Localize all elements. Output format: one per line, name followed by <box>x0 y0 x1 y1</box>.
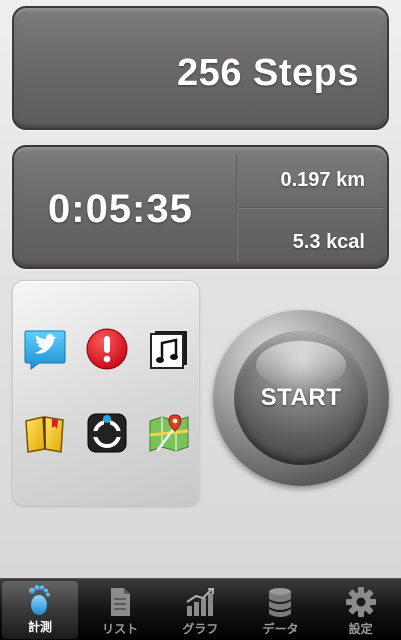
database-icon <box>264 586 296 618</box>
compass-icon[interactable] <box>85 411 129 455</box>
distance-value: 0.197 km <box>280 169 365 191</box>
gear-icon <box>345 586 377 618</box>
footprint-icon <box>24 584 56 616</box>
steps-panel: 256 Steps <box>12 6 389 130</box>
alert-icon[interactable] <box>85 327 129 371</box>
tab-list[interactable]: リスト <box>80 579 160 640</box>
tab-graph-label: グラフ <box>182 622 219 636</box>
document-icon <box>104 586 136 618</box>
stats-panel: 0:05:35 0.197 km 5.3 kcal <box>12 145 389 269</box>
tab-list-label: リスト <box>102 622 139 636</box>
graph-icon <box>184 586 216 618</box>
stats-divider-horizontal <box>238 207 384 209</box>
tab-graph[interactable]: グラフ <box>160 579 240 640</box>
map-icon[interactable] <box>147 411 191 455</box>
tab-bar: 計測 リスト グラフ データ 設定 <box>0 578 401 640</box>
elapsed-time: 0:05:35 <box>48 187 193 231</box>
start-button-label: START <box>260 384 342 411</box>
tab-measure[interactable]: 計測 <box>2 581 78 639</box>
tab-settings-label: 設定 <box>348 622 373 636</box>
tab-settings[interactable]: 設定 <box>321 579 401 640</box>
twitter-icon[interactable] <box>23 327 67 371</box>
music-icon[interactable] <box>147 327 191 371</box>
notebook-icon[interactable] <box>23 411 67 455</box>
step-count: 256 Steps <box>177 52 359 94</box>
app-shortcut-grid <box>12 280 200 506</box>
calories-value: 5.3 kcal <box>292 231 365 253</box>
start-button[interactable]: START <box>234 331 368 465</box>
tab-measure-label: 計測 <box>27 620 52 634</box>
tab-data[interactable]: データ <box>240 579 320 640</box>
tab-data-label: データ <box>262 622 299 636</box>
